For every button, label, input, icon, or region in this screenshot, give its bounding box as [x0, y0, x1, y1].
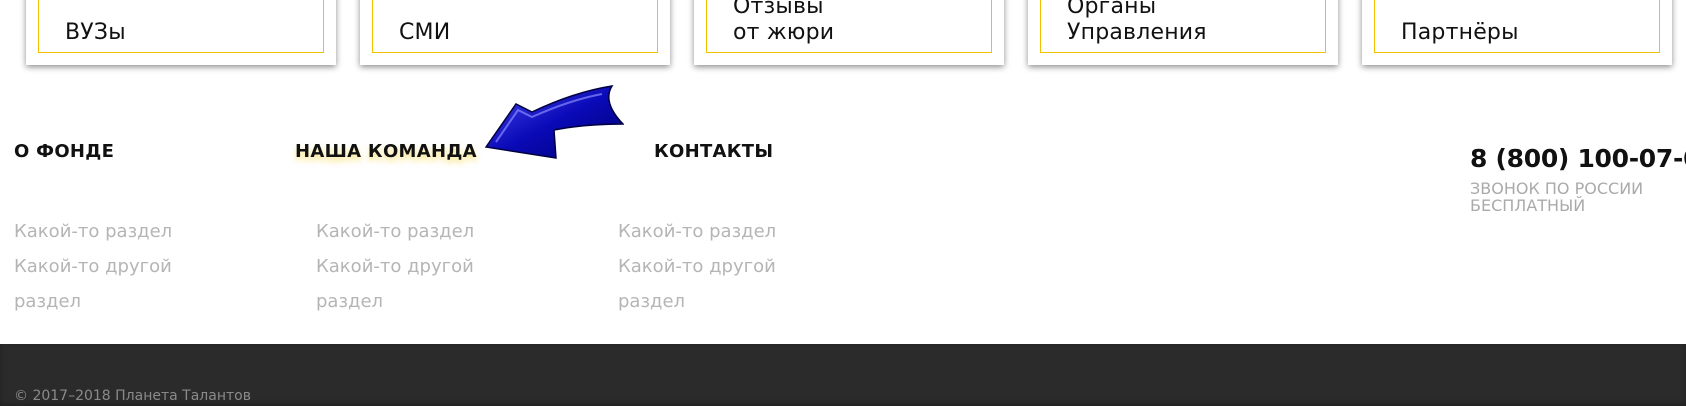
- phone-number[interactable]: 8 (800) 100-07-09: [1470, 144, 1686, 173]
- footer-link[interactable]: раздел: [618, 284, 818, 319]
- copyright-text: © 2017–2018 Планета Талантов: [14, 388, 251, 404]
- arrow-pointer-icon: [484, 85, 624, 159]
- card-frame: ВУЗы: [38, 0, 324, 53]
- card-label: ВУЗы: [65, 20, 126, 45]
- footer-link[interactable]: Какой-то другой: [618, 249, 818, 284]
- card-universities[interactable]: ВУЗы: [26, 0, 336, 65]
- footer-link[interactable]: Какой-то раздел: [316, 214, 516, 249]
- card-frame: Отзывы от жюри: [706, 0, 992, 53]
- footer-links-contacts: Какой-то раздел Какой-то другой раздел: [618, 214, 818, 319]
- card-frame: СМИ: [372, 0, 658, 53]
- footer-link[interactable]: Какой-то другой: [316, 249, 516, 284]
- footer-links-about: Какой-то раздел Какой-то другой раздел: [14, 214, 214, 319]
- card-media[interactable]: СМИ: [360, 0, 670, 65]
- card-label: Отзывы от жюри: [733, 0, 835, 45]
- card-label: СМИ: [399, 20, 451, 45]
- footer-bottom-bar: © 2017–2018 Планета Талантов: [0, 344, 1686, 406]
- footer-link[interactable]: Какой-то другой: [14, 249, 214, 284]
- footer-link[interactable]: раздел: [316, 284, 516, 319]
- footer-title-team[interactable]: НАША КОМАНДА: [295, 141, 477, 162]
- footer-title-contacts[interactable]: КОНТАКТЫ: [654, 141, 773, 162]
- card-jury-reviews[interactable]: Отзывы от жюри: [694, 0, 1004, 65]
- footer-link[interactable]: Какой-то раздел: [618, 214, 818, 249]
- footer-link[interactable]: Какой-то раздел: [14, 214, 214, 249]
- footer-title-about[interactable]: О ФОНДЕ: [14, 141, 114, 162]
- card-partners[interactable]: Партнёры: [1362, 0, 1672, 65]
- card-governing-bodies[interactable]: Органы Управления: [1028, 0, 1338, 65]
- card-label: Партнёры: [1401, 20, 1519, 45]
- card-frame: Органы Управления: [1040, 0, 1326, 53]
- card-frame: Партнёры: [1374, 0, 1660, 53]
- card-label: Органы Управления: [1067, 0, 1207, 45]
- category-cards: ВУЗы СМИ Отзывы от жюри Органы Управлени…: [0, 0, 1686, 66]
- phone-note: ЗВОНОК ПО РОССИИ БЕСПЛАТНЫЙ: [1470, 179, 1644, 215]
- footer-links-team: Какой-то раздел Какой-то другой раздел: [316, 214, 516, 319]
- footer-link[interactable]: раздел: [14, 284, 214, 319]
